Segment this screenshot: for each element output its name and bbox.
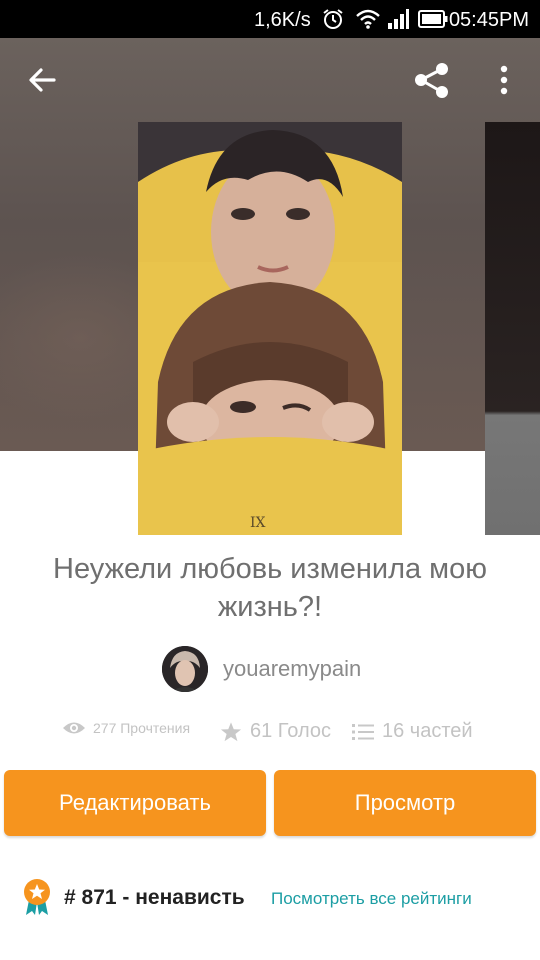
alarm-icon (323, 9, 343, 29)
cover-illustration: IX (138, 122, 402, 535)
network-speed: 1,6K/s (254, 9, 311, 31)
signal-icon (388, 9, 409, 29)
more-options-button[interactable] (474, 50, 534, 110)
medal-icon (24, 879, 50, 915)
list-icon (352, 723, 374, 740)
votes-stat: 61 Голос (220, 720, 331, 743)
reads-stat: 277 Прочтения (62, 720, 190, 736)
share-icon (415, 63, 448, 98)
author-name[interactable]: youaremypain (223, 656, 361, 682)
more-vertical-icon (500, 65, 508, 95)
avatar[interactable] (162, 646, 208, 692)
next-cover-preview[interactable] (485, 122, 540, 535)
ranking-row: # 871 - ненависть Посмотреть все рейтинг… (22, 878, 532, 918)
story-title: Неужели любовь изменила мою жизнь?! (53, 553, 487, 623)
back-button[interactable] (12, 50, 72, 110)
story-cover[interactable]: IX (138, 122, 402, 535)
see-all-ratings-link[interactable]: Посмотреть все рейтинги (271, 889, 472, 909)
eye-icon (63, 722, 85, 734)
parts-count: 16 частей (382, 720, 473, 742)
back-arrow-icon (29, 68, 56, 92)
rank-text: # 871 - ненависть (64, 886, 245, 909)
view-button[interactable]: Просмотр (274, 770, 536, 836)
svg-text:IX: IX (250, 515, 266, 531)
votes-count: 61 Голос (250, 720, 331, 742)
edit-button[interactable]: Редактировать (4, 770, 266, 836)
battery-icon (418, 10, 448, 28)
share-button[interactable] (402, 50, 462, 110)
story-stats: 277 Прочтения 61 Голос 16 частей (62, 720, 522, 748)
status-bar: 1,6K/s 05:45PM (0, 0, 540, 38)
parts-stat: 16 частей (352, 720, 473, 743)
star-icon (220, 721, 242, 741)
clock: 05:45PM (448, 9, 529, 31)
wifi-icon (356, 9, 380, 29)
author-row[interactable]: youaremypain (162, 646, 361, 692)
author-avatar-image (162, 646, 208, 692)
reads-count: 277 Прочтения (93, 720, 191, 736)
